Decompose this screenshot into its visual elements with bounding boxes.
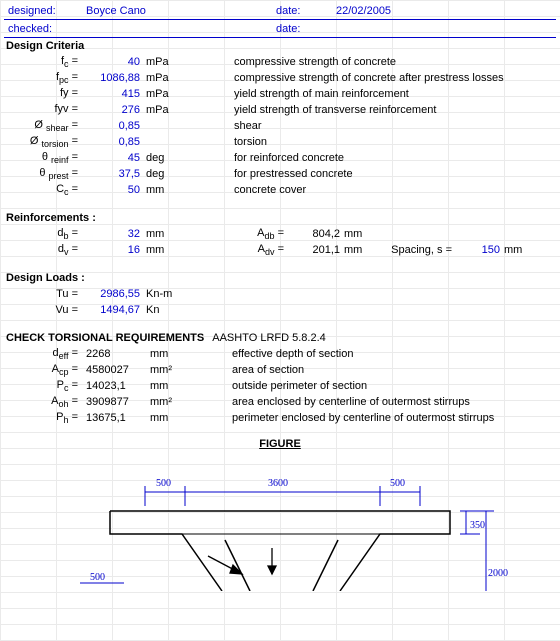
db-unit: mm (144, 228, 184, 240)
check-unit: mm² (148, 364, 188, 376)
criteria-unit: deg (144, 152, 184, 164)
criteria-desc: compressive strength of concrete after p… (184, 72, 504, 84)
check-desc: area enclosed by centerline of outermost… (188, 396, 470, 408)
svg-text:500: 500 (90, 572, 105, 583)
db-value[interactable]: 32 (82, 228, 144, 240)
check-label: Pc = (4, 379, 82, 393)
criteria-unit: mPa (144, 56, 184, 68)
criteria-label: fyv = (4, 103, 82, 117)
check-value: 2268 (82, 348, 148, 360)
criteria-label: fc = (4, 55, 82, 69)
section-design-criteria: Design Criteria (4, 40, 86, 52)
criteria-desc: concrete cover (184, 184, 306, 196)
dv-label: dv = (4, 243, 82, 257)
svg-text:3600: 3600 (268, 478, 288, 489)
adb-value: 804,2 (284, 228, 340, 240)
criteria-desc: shear (184, 120, 262, 132)
criteria-unit: deg (144, 168, 184, 180)
date1-label: date: (272, 4, 332, 18)
check-unit: mm (148, 412, 188, 424)
criteria-label: θ prest = (4, 167, 82, 181)
criteria-desc: yield strength of transverse reinforceme… (184, 104, 436, 116)
check-unit: mm (148, 348, 188, 360)
vu-label: Vu = (4, 304, 82, 316)
check-value: 3909877 (82, 396, 148, 408)
check-desc: perimeter enclosed by centerline of oute… (188, 412, 494, 424)
check-label: deff = (4, 347, 82, 361)
adv-value: 201,1 (284, 244, 340, 256)
section-figure: 500 3600 500 350 2000 500 (50, 456, 510, 591)
date1-value[interactable]: 22/02/2005 (332, 4, 395, 18)
check-label: Ph = (4, 411, 82, 425)
adb-label: Adb = (184, 227, 284, 241)
criteria-value[interactable]: 1086,88 (82, 72, 144, 84)
svg-text:500: 500 (156, 478, 171, 489)
tu-unit: Kn-m (144, 288, 194, 300)
svg-text:2000: 2000 (488, 568, 508, 579)
criteria-unit: mPa (144, 72, 184, 84)
date2-label: date: (272, 22, 332, 36)
criteria-label: fy = (4, 87, 82, 101)
check-unit: mm (148, 380, 188, 392)
figure-label: FIGURE (4, 438, 556, 454)
criteria-desc: for reinforced concrete (184, 152, 344, 164)
criteria-label: θ reinf = (4, 151, 82, 165)
check-desc: effective depth of section (188, 348, 354, 360)
check-desc: outside perimeter of section (188, 380, 367, 392)
criteria-label: Ø torsion = (4, 135, 82, 149)
criteria-desc: torsion (184, 136, 267, 148)
checked-value[interactable] (82, 28, 272, 30)
criteria-value[interactable]: 50 (82, 184, 144, 196)
designed-value[interactable]: Boyce Cano (82, 4, 272, 18)
check-label: Aoh = (4, 395, 82, 409)
spacing-value[interactable]: 150 (456, 244, 500, 256)
check-unit: mm² (148, 396, 188, 408)
spacing-label: Spacing, s = (370, 244, 456, 256)
criteria-label: fpc = (4, 71, 82, 85)
criteria-label: Cc = (4, 183, 82, 197)
criteria-unit: mPa (144, 104, 184, 116)
check-reference: AASHTO LRFD 5.8.2.4 (206, 332, 326, 344)
adv-unit: mm (340, 244, 370, 256)
criteria-value[interactable]: 415 (82, 88, 144, 100)
criteria-desc: for prestressed concrete (184, 168, 353, 180)
criteria-value[interactable]: 0,85 (82, 120, 144, 132)
date2-value[interactable] (332, 28, 340, 30)
check-value: 14023,1 (82, 380, 148, 392)
designed-label: designed: (4, 4, 82, 18)
criteria-unit: mm (144, 184, 184, 196)
check-desc: area of section (188, 364, 304, 376)
criteria-unit: mPa (144, 88, 184, 100)
spacing-unit: mm (500, 244, 522, 256)
criteria-value[interactable]: 45 (82, 152, 144, 164)
criteria-value[interactable]: 0,85 (82, 136, 144, 148)
svg-text:500: 500 (390, 478, 405, 489)
vu-value[interactable]: 1494,67 (82, 304, 144, 316)
tu-label: Tu = (4, 288, 82, 300)
db-label: db = (4, 227, 82, 241)
checked-label: checked: (4, 22, 82, 36)
criteria-label: Ø shear = (4, 119, 82, 133)
check-value: 13675,1 (82, 412, 148, 424)
criteria-value[interactable]: 40 (82, 56, 144, 68)
dv-value[interactable]: 16 (82, 244, 144, 256)
check-label: Acp = (4, 363, 82, 377)
tu-value[interactable]: 2986,55 (82, 288, 144, 300)
section-design-loads: Design Loads : (4, 272, 87, 284)
check-value: 4580027 (82, 364, 148, 376)
adv-label: Adv = (184, 243, 284, 257)
criteria-desc: compressive strength of concrete (184, 56, 396, 68)
adb-unit: mm (340, 228, 370, 240)
dv-unit: mm (144, 244, 184, 256)
criteria-value[interactable]: 37,5 (82, 168, 144, 180)
svg-text:350: 350 (470, 520, 485, 531)
criteria-desc: yield strength of main reinforcement (184, 88, 409, 100)
section-reinforcements: Reinforcements : (4, 212, 98, 224)
criteria-value[interactable]: 276 (82, 104, 144, 116)
vu-unit: Kn (144, 304, 194, 316)
section-check: CHECK TORSIONAL REQUIREMENTS (4, 332, 206, 344)
